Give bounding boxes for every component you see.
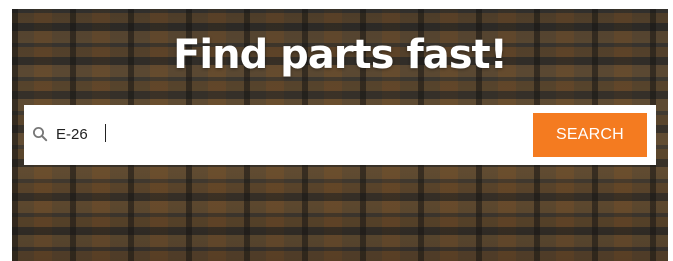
search-bar: SEARCH — [24, 105, 656, 165]
text-cursor — [105, 124, 106, 142]
hero-banner: Find parts fast! SEARCH — [12, 9, 668, 261]
search-icon — [32, 126, 48, 142]
search-input[interactable] — [56, 123, 536, 145]
search-button[interactable]: SEARCH — [533, 113, 647, 157]
hero-headline: Find parts fast! — [173, 32, 508, 78]
